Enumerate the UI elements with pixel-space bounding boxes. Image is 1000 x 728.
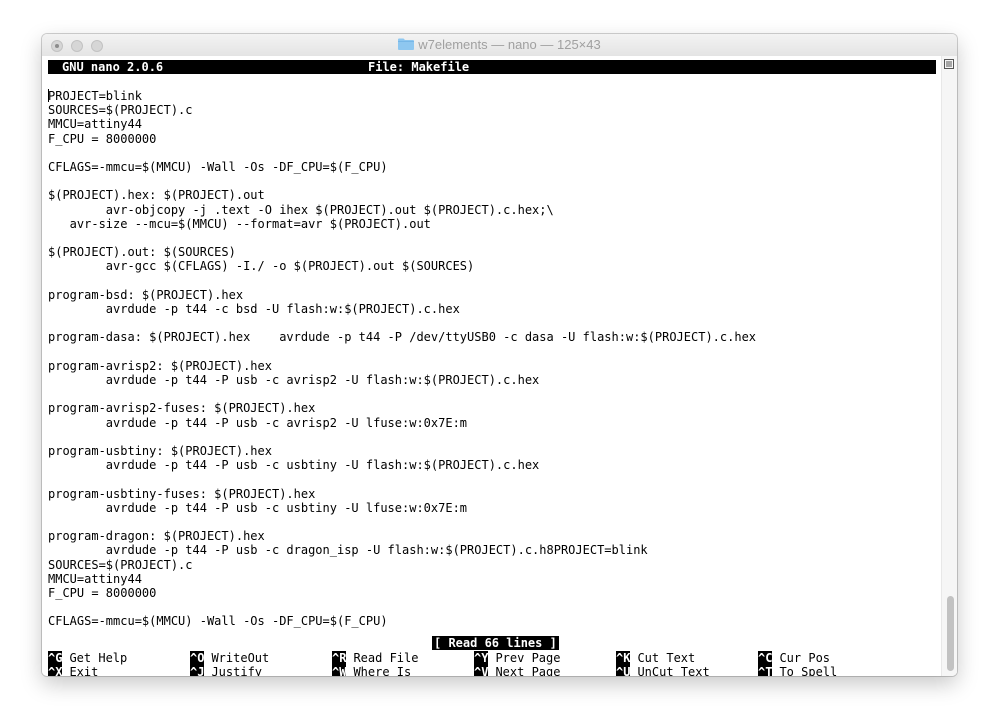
scrollbar[interactable] <box>941 56 957 676</box>
editor-line[interactable]: SOURCES=$(PROJECT).c <box>48 103 193 117</box>
shortcut-key: ^K <box>616 651 631 665</box>
shortcut-label: Read File <box>353 651 419 665</box>
editor-line[interactable]: F_CPU = 8000000 <box>48 132 156 146</box>
shortcut-label: Where Is <box>353 665 412 676</box>
shortcut-label: To Spell <box>779 665 838 676</box>
window-title: w7elements — nano — 125×43 <box>418 37 601 52</box>
shortcut-uncut-text[interactable]: ^U UnCut Text <box>616 665 710 676</box>
shortcut-prev-page[interactable]: ^Y Prev Page <box>474 651 560 665</box>
window-title-area: w7elements — nano — 125×43 <box>42 37 957 52</box>
editor-line[interactable]: program-dragon: $(PROJECT).hex <box>48 529 265 543</box>
editor-line[interactable]: MMCU=attiny44 <box>48 117 142 131</box>
editor-line[interactable]: avrdude -p t44 -P usb -c dragon_isp -U f… <box>48 543 648 557</box>
editor-line[interactable]: avr-objcopy -j .text -O ihex $(PROJECT).… <box>48 203 554 217</box>
shortcut-read-file[interactable]: ^R Read File <box>332 651 418 665</box>
editor-line[interactable]: avrdude -p t44 -c bsd -U flash:w:$(PROJE… <box>48 302 460 316</box>
scrollbar-thumb[interactable] <box>947 596 954 671</box>
shortcut-get-help[interactable]: ^G Get Help <box>48 651 127 665</box>
editor-line[interactable]: avr-size --mcu=$(MMCU) --format=avr $(PR… <box>48 217 431 231</box>
editor-line[interactable]: avr-gcc $(CFLAGS) -I./ -o $(PROJECT).out… <box>48 259 474 273</box>
editor-line[interactable]: program-usbtiny: $(PROJECT).hex <box>48 444 272 458</box>
editor-line[interactable]: program-bsd: $(PROJECT).hex <box>48 288 243 302</box>
shortcut-key: ^V <box>474 665 489 676</box>
shortcut-key: ^O <box>190 651 205 665</box>
title-bar[interactable]: w7elements — nano — 125×43 <box>42 34 957 57</box>
shortcut-key: ^X <box>48 665 63 676</box>
editor-line[interactable]: $(PROJECT).hex: $(PROJECT).out <box>48 188 265 202</box>
editor-line[interactable]: F_CPU = 8000000 <box>48 586 156 600</box>
editor-line[interactable]: program-avrisp2: $(PROJECT).hex <box>48 359 272 373</box>
status-message: [ Read 66 lines ] <box>432 636 559 650</box>
shortcut-where-is[interactable]: ^W Where Is <box>332 665 411 676</box>
shortcut-cur-pos[interactable]: ^C Cur Pos <box>758 651 830 665</box>
shortcut-label: Next Page <box>495 665 561 676</box>
editor-line[interactable]: SOURCES=$(PROJECT).c <box>48 558 193 572</box>
shortcut-key: ^J <box>190 665 205 676</box>
shortcut-key: ^T <box>758 665 773 676</box>
nano-header-bar: GNU nano 2.0.6 File: Makefile <box>48 60 936 74</box>
shortcut-key: ^R <box>332 651 347 665</box>
shortcut-label: Cur Pos <box>779 651 831 665</box>
nano-version: GNU nano 2.0.6 <box>62 60 164 74</box>
list-icon[interactable] <box>944 59 954 69</box>
shortcut-label: Justify <box>211 665 263 676</box>
shortcut-writeout[interactable]: ^O WriteOut <box>190 651 269 665</box>
shortcut-key: ^Y <box>474 651 489 665</box>
editor-line[interactable]: CFLAGS=-mmcu=$(MMCU) -Wall -Os -DF_CPU=$… <box>48 614 388 628</box>
shortcut-label: WriteOut <box>211 651 270 665</box>
editor-line[interactable]: avrdude -p t44 -P usb -c usbtiny -U lfus… <box>48 501 467 515</box>
editor-line[interactable]: program-dasa: $(PROJECT).hex avrdude -p … <box>48 330 756 344</box>
shortcut-key: ^C <box>758 651 773 665</box>
terminal-window: w7elements — nano — 125×43 GNU nano 2.0.… <box>42 34 957 676</box>
editor-line[interactable]: program-usbtiny-fuses: $(PROJECT).hex <box>48 487 315 501</box>
editor-line[interactable]: program-avrisp2-fuses: $(PROJECT).hex <box>48 401 315 415</box>
file-name: File: Makefile <box>368 60 470 74</box>
shortcut-justify[interactable]: ^J Justify <box>190 665 262 676</box>
shortcut-next-page[interactable]: ^V Next Page <box>474 665 560 676</box>
shortcut-key: ^U <box>616 665 631 676</box>
shortcut-to-spell[interactable]: ^T To Spell <box>758 665 837 676</box>
folder-icon <box>398 38 415 50</box>
terminal-content[interactable]: GNU nano 2.0.6 File: Makefile [ Read 66 … <box>42 56 957 676</box>
shortcut-cut-text[interactable]: ^K Cut Text <box>616 651 695 665</box>
shortcut-label: Get Help <box>69 651 128 665</box>
shortcut-label: Prev Page <box>495 651 561 665</box>
editor-line[interactable]: PROJECT=blink <box>48 89 142 103</box>
editor-line[interactable]: $(PROJECT).out: $(SOURCES) <box>48 245 236 259</box>
text-cursor <box>48 89 49 102</box>
shortcut-key: ^W <box>332 665 347 676</box>
shortcut-key: ^G <box>48 651 63 665</box>
editor-line[interactable]: avrdude -p t44 -P usb -c usbtiny -U flas… <box>48 458 539 472</box>
editor-line[interactable]: MMCU=attiny44 <box>48 572 142 586</box>
shortcut-label: UnCut Text <box>637 665 710 676</box>
editor-line[interactable]: avrdude -p t44 -P usb -c avrisp2 -U flas… <box>48 373 539 387</box>
editor-line[interactable]: avrdude -p t44 -P usb -c avrisp2 -U lfus… <box>48 416 467 430</box>
shortcut-exit[interactable]: ^X Exit <box>48 665 98 676</box>
editor-line[interactable]: CFLAGS=-mmcu=$(MMCU) -Wall -Os -DF_CPU=$… <box>48 160 388 174</box>
shortcut-label: Cut Text <box>637 651 696 665</box>
shortcut-label: Exit <box>69 665 99 676</box>
